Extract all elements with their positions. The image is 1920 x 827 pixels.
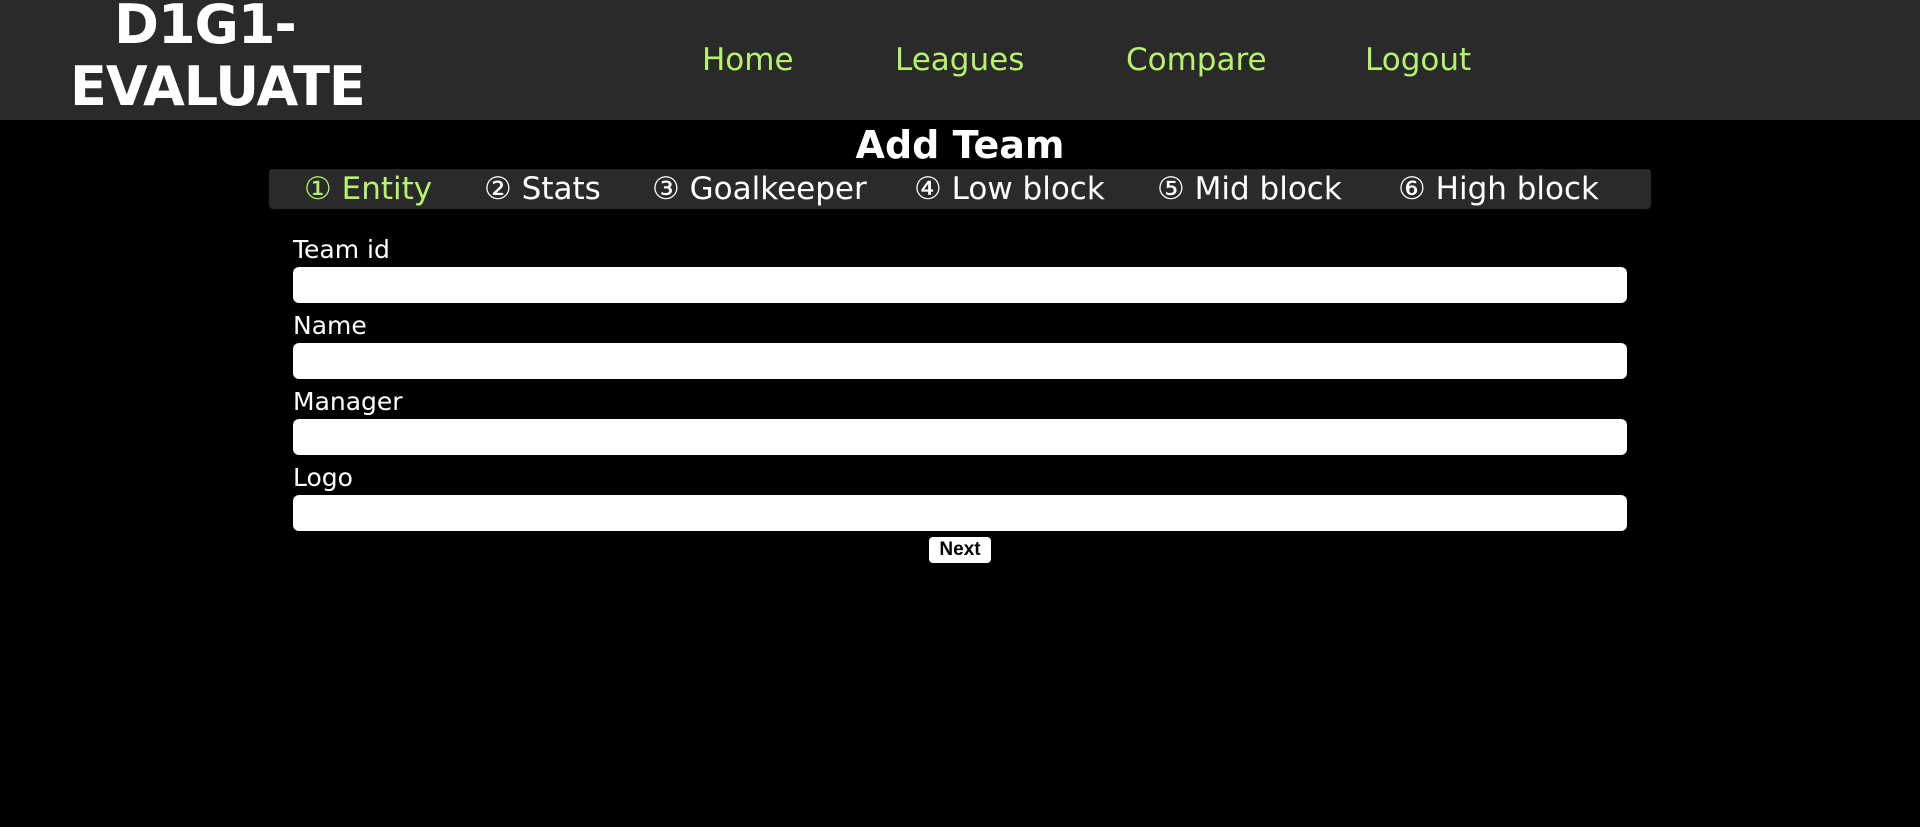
top-navbar: D1G1- EVALUATE Home Leagues Compare Logo… bbox=[0, 0, 1920, 120]
team-id-input[interactable] bbox=[293, 267, 1627, 303]
main-nav: Home Leagues Compare Logout bbox=[0, 38, 1920, 82]
step-goalkeeper[interactable]: ③ Goalkeeper bbox=[652, 169, 867, 209]
manager-label: Manager bbox=[293, 387, 403, 416]
nav-compare-link[interactable]: Compare bbox=[1126, 38, 1267, 82]
step-low-block[interactable]: ④ Low block bbox=[914, 169, 1105, 209]
step-stats[interactable]: ② Stats bbox=[484, 169, 601, 209]
logo-input[interactable] bbox=[293, 495, 1627, 531]
logo-label: Logo bbox=[293, 463, 353, 492]
team-id-label: Team id bbox=[293, 235, 390, 264]
step-progress-bar: ① Entity ② Stats ③ Goalkeeper ④ Low bloc… bbox=[269, 169, 1651, 209]
name-input[interactable] bbox=[293, 343, 1627, 379]
nav-home-link[interactable]: Home bbox=[702, 38, 794, 82]
next-button[interactable]: Next bbox=[929, 537, 991, 563]
page-title: Add Team bbox=[855, 123, 1065, 167]
nav-logout-link[interactable]: Logout bbox=[1365, 38, 1471, 82]
name-label: Name bbox=[293, 311, 367, 340]
nav-leagues-link[interactable]: Leagues bbox=[895, 38, 1024, 82]
step-mid-block[interactable]: ⑤ Mid block bbox=[1157, 169, 1342, 209]
step-high-block[interactable]: ⑥ High block bbox=[1398, 169, 1599, 209]
step-entity[interactable]: ① Entity bbox=[304, 169, 432, 209]
manager-input[interactable] bbox=[293, 419, 1627, 455]
